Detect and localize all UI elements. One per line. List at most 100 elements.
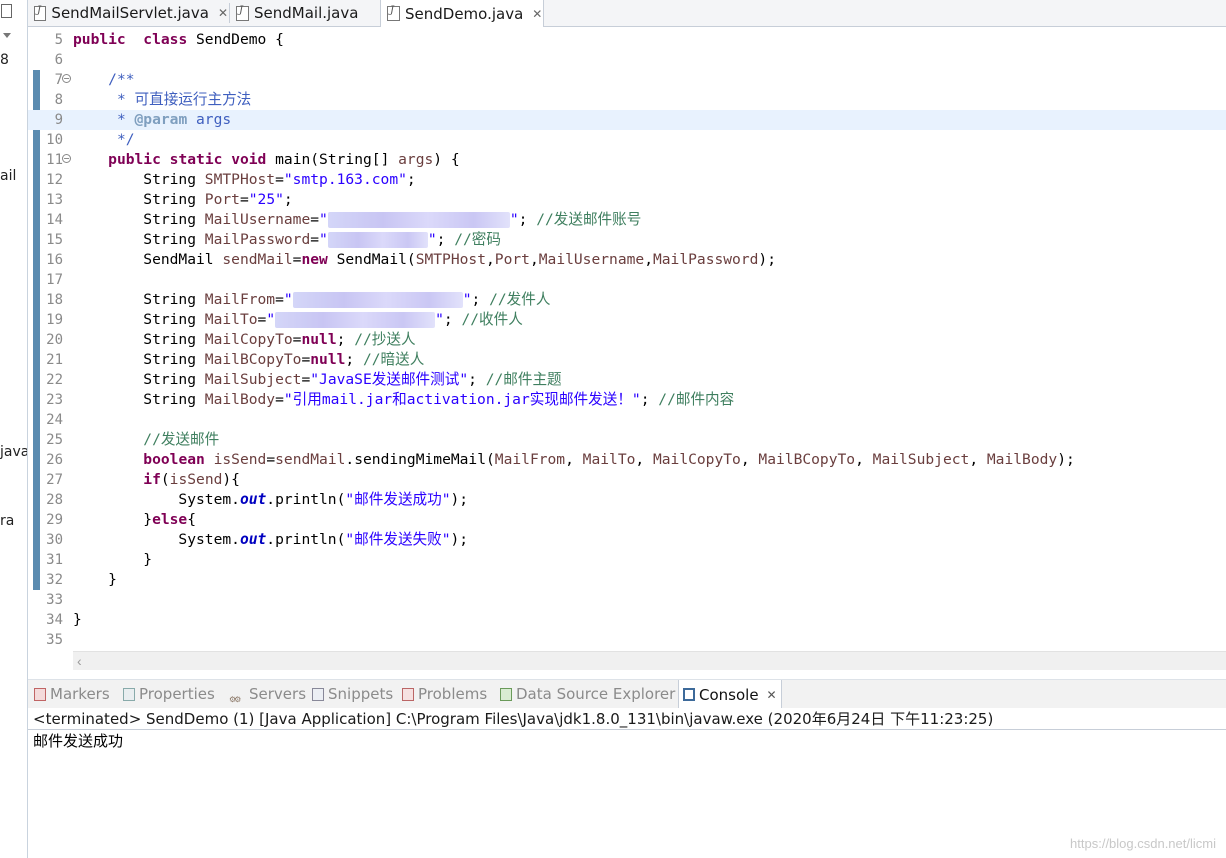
code-token: null xyxy=(301,331,337,348)
tab-sendmailservlet[interactable]: SendMailServlet.java ✕ xyxy=(28,0,228,26)
code-token: = xyxy=(310,211,320,228)
code-line[interactable]: 10 */ xyxy=(28,130,1226,150)
code-token: .sendingMimeMail( xyxy=(345,451,495,468)
line-number: 27 xyxy=(46,472,63,488)
console-view[interactable]: <terminated> SendDemo (1) [Java Applicat… xyxy=(28,708,1226,858)
code-text: if(isSend){ xyxy=(73,470,240,490)
code-line[interactable]: 12 String SMTPHost="smtp.163.com"; xyxy=(28,170,1226,190)
code-token: MailBCopyTo xyxy=(204,351,302,368)
close-icon[interactable]: ✕ xyxy=(218,6,228,20)
code-token: System. xyxy=(73,531,240,548)
code-text: String MailBCopyTo=null; //暗送人 xyxy=(73,350,424,370)
code-line[interactable]: 33 xyxy=(28,590,1226,610)
code-token: MailSubject xyxy=(872,451,970,468)
code-line[interactable]: 23 String MailBody="引用mail.jar和activatio… xyxy=(28,390,1226,410)
code-line[interactable]: 17 xyxy=(28,270,1226,290)
tree-item-fragment[interactable]: java xyxy=(0,444,27,460)
code-token: args xyxy=(187,111,232,128)
java-file-icon xyxy=(34,5,47,21)
line-number: 12 xyxy=(46,172,63,188)
code-editor[interactable]: 5 public class SendDemo {6 7− /** 8 * 可直接运行… xyxy=(28,27,1226,670)
code-line[interactable]: 16 SendMail sendMail=new SendMail(SMTPHo… xyxy=(28,250,1226,270)
code-line[interactable]: 26 boolean isSend=sendMail.sendingMimeMa… xyxy=(28,450,1226,470)
code-token: = xyxy=(275,171,284,188)
code-token: ; xyxy=(436,231,455,248)
code-token: SMTPHost xyxy=(204,171,276,188)
code-token: MailBody xyxy=(204,391,276,408)
code-token: String xyxy=(73,331,205,348)
code-line[interactable]: 6 xyxy=(28,50,1226,70)
code-line[interactable]: 31 } xyxy=(28,550,1226,570)
code-line[interactable]: 32 } xyxy=(28,570,1226,590)
tab-problems[interactable]: Problems xyxy=(398,680,487,708)
line-number: 23 xyxy=(46,392,63,408)
redacted-text xyxy=(327,232,428,248)
code-line[interactable]: 29 }else{ xyxy=(28,510,1226,530)
tab-markers[interactable]: Markers xyxy=(30,680,110,708)
tab-console[interactable]: Console ✕ xyxy=(678,680,782,709)
line-number: 9 xyxy=(54,112,63,128)
console-output[interactable]: 邮件发送成功 xyxy=(33,730,123,752)
close-icon[interactable]: ✕ xyxy=(767,688,777,702)
code-line[interactable]: 13 String Port="25"; xyxy=(28,190,1226,210)
code-line[interactable]: 28 System.out.println("邮件发送成功"); xyxy=(28,490,1226,510)
code-token: isSend xyxy=(169,471,223,488)
code-line[interactable]: 20 String MailCopyTo=null; //抄送人 xyxy=(28,330,1226,350)
code-line[interactable]: 18 String MailFrom=" "; //发件人 xyxy=(28,290,1226,310)
code-token: //密码 xyxy=(454,231,501,248)
code-line[interactable]: 19 String MailTo=" "; //收件人 xyxy=(28,310,1226,330)
minimize-icon[interactable] xyxy=(1,4,12,18)
horizontal-scrollbar[interactable]: ‹ xyxy=(73,651,1226,670)
code-token: //发送邮件账号 xyxy=(536,211,642,228)
code-text: String MailPassword=" "; //密码 xyxy=(73,230,501,250)
code-line[interactable]: 34} xyxy=(28,610,1226,630)
editor-tab-bar: SendMailServlet.java ✕ SendMail.java Sen… xyxy=(28,0,1226,27)
tab-sendmail[interactable]: SendMail.java xyxy=(230,0,380,26)
code-line[interactable]: 9 * @param args xyxy=(28,110,1226,130)
tab-snippets[interactable]: Snippets xyxy=(308,680,393,708)
code-line[interactable]: 22 String MailSubject="JavaSE发送邮件测试"; //… xyxy=(28,370,1226,390)
tree-item-fragment[interactable]: ail xyxy=(0,168,16,184)
tab-data-source-explorer[interactable]: Data Source Explorer xyxy=(496,680,675,708)
code-token: " xyxy=(427,231,437,248)
tab-properties[interactable]: Properties xyxy=(119,680,215,708)
code-line[interactable]: 14 String MailUsername=" "; //发送邮件账号 xyxy=(28,210,1226,230)
close-icon[interactable]: ✕ xyxy=(532,7,542,21)
code-token: , xyxy=(635,451,653,468)
scroll-left-icon[interactable]: ‹ xyxy=(77,652,82,670)
code-token: ; xyxy=(406,171,416,188)
code-token: SendMail( xyxy=(327,251,416,268)
code-token: , xyxy=(969,451,987,468)
code-line[interactable]: 11− public static void main(String[] arg… xyxy=(28,150,1226,170)
code-token: = xyxy=(275,291,284,308)
code-line[interactable]: 24 xyxy=(28,410,1226,430)
code-line[interactable]: 27 if(isSend){ xyxy=(28,470,1226,490)
code-token: MailFrom xyxy=(494,451,566,468)
code-token: MailPassword xyxy=(652,251,759,268)
view-menu-icon[interactable] xyxy=(3,33,11,38)
code-line[interactable]: 15 String MailPassword=" "; //密码 xyxy=(28,230,1226,250)
code-token: = xyxy=(266,451,276,468)
code-line[interactable]: 30 System.out.println("邮件发送失败"); xyxy=(28,530,1226,550)
fold-toggle-icon[interactable]: − xyxy=(62,154,71,163)
tab-servers[interactable]: Servers xyxy=(225,680,306,708)
code-line[interactable]: 21 String MailBCopyTo=null; //暗送人 xyxy=(28,350,1226,370)
tab-senddemo[interactable]: SendDemo.java ✕ xyxy=(380,0,544,27)
code-token: ; xyxy=(345,351,363,368)
code-line[interactable]: 25 //发送邮件 xyxy=(28,430,1226,450)
tree-item-fragment[interactable]: 8 xyxy=(0,52,9,68)
code-line[interactable]: 7− /** xyxy=(28,70,1226,90)
code-line[interactable]: 35 xyxy=(28,630,1226,650)
code-line[interactable]: 5 public class SendDemo { xyxy=(28,30,1226,50)
line-number: 31 xyxy=(46,552,63,568)
code-token: /** xyxy=(108,71,135,88)
code-line[interactable]: 8 * 可直接运行主方法 xyxy=(28,90,1226,110)
code-token: } xyxy=(73,511,153,528)
code-token: String xyxy=(73,371,205,388)
fold-toggle-icon[interactable]: − xyxy=(62,74,71,83)
tree-item-fragment[interactable]: ra xyxy=(0,513,14,529)
code-token: ); xyxy=(450,491,469,508)
